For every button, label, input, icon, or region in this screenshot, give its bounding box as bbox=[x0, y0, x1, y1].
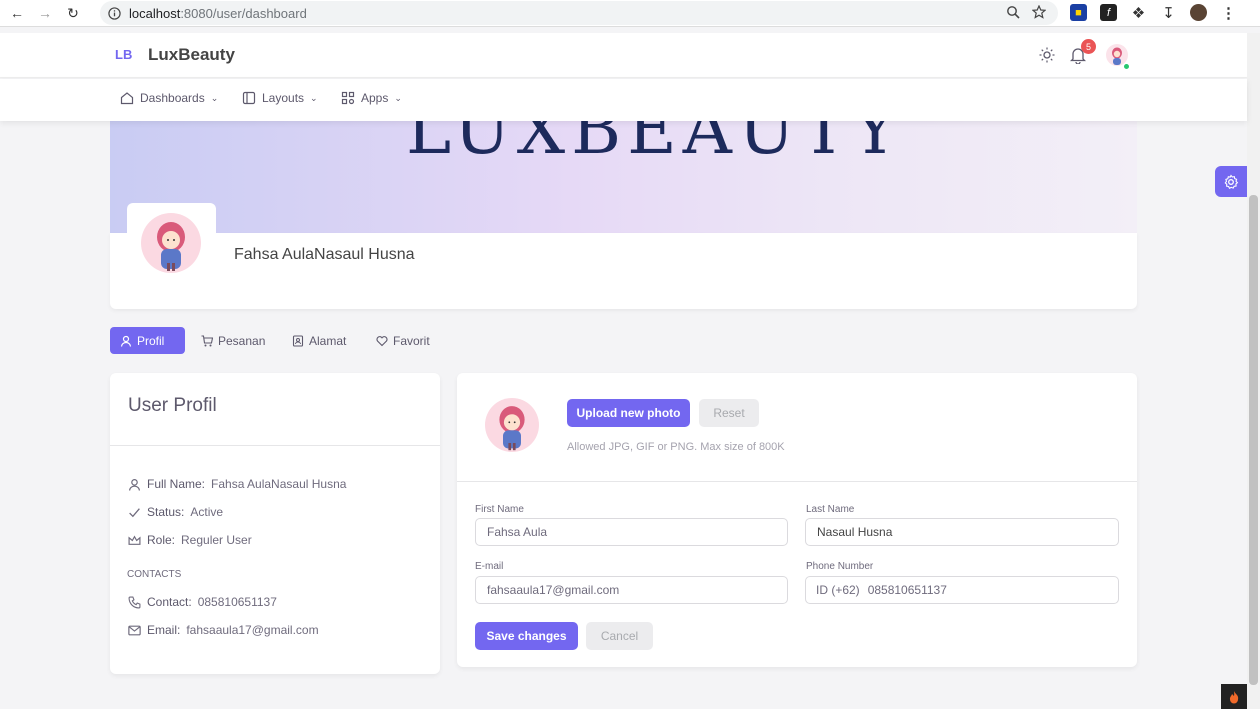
cart-icon bbox=[201, 334, 213, 346]
heart-icon bbox=[376, 335, 388, 346]
status-label: Status: bbox=[147, 505, 185, 519]
url-path: :8080/user/dashboard bbox=[180, 5, 307, 21]
tab-profil-label: Profil bbox=[137, 333, 165, 348]
menu-apps[interactable]: Apps ⌄ bbox=[341, 91, 402, 105]
user-account-avatar[interactable] bbox=[1190, 4, 1207, 21]
logo-mark[interactable]: LB bbox=[115, 47, 132, 62]
divider bbox=[457, 481, 1137, 482]
email-label: Email: bbox=[147, 623, 181, 637]
email-value: fahsaaula17@gmail.com bbox=[186, 623, 319, 637]
tab-pesanan[interactable]: Pesanan bbox=[191, 327, 275, 354]
tab-alamat-label: Alamat bbox=[309, 333, 347, 348]
profile-banner: LUXBEAUTY bbox=[110, 121, 1137, 233]
site-info-icon[interactable] bbox=[108, 6, 121, 20]
browser-toolbar: ← → ↻ localhost:8080/user/dashboard ■ f … bbox=[0, 0, 1260, 27]
profile-avatar bbox=[141, 213, 201, 273]
reload-icon[interactable]: ↻ bbox=[62, 2, 84, 24]
user-profile-title: User Profil bbox=[128, 395, 217, 416]
app-header: LB LuxBeauty bbox=[0, 33, 1247, 78]
full-name-label: Full Name: bbox=[147, 477, 206, 491]
notification-badge: 5 bbox=[1081, 39, 1096, 54]
chevron-down-icon: ⌄ bbox=[310, 92, 318, 103]
apps-grid-icon bbox=[341, 91, 355, 105]
url-host: localhost bbox=[129, 5, 181, 21]
phone-number-field[interactable]: ID (+62) 085810651137 bbox=[805, 576, 1119, 604]
first-name-label: First Name bbox=[475, 504, 524, 515]
flame-icon[interactable] bbox=[1221, 684, 1247, 709]
logo-text[interactable]: LuxBeauty bbox=[148, 45, 235, 65]
zoom-icon[interactable] bbox=[1006, 5, 1020, 19]
contacts-heading: CONTACTS bbox=[127, 569, 182, 580]
chevron-down-icon: ⌄ bbox=[210, 92, 219, 103]
tab-favorit[interactable]: Favorit bbox=[366, 327, 440, 354]
back-icon[interactable]: ← bbox=[6, 2, 28, 24]
profile-header-card bbox=[110, 233, 1137, 309]
customizer-settings-button[interactable] bbox=[1215, 166, 1247, 197]
profile-name: Fahsa AulaNasaul Husna bbox=[234, 246, 415, 263]
profile-avatar-frame bbox=[127, 203, 216, 281]
user-profile-card: User Profil Full Name: Fahsa AulaNasaul … bbox=[110, 373, 440, 674]
user-icon bbox=[120, 335, 132, 347]
role-value: Reguler User bbox=[181, 533, 252, 547]
tab-favorit-label: Favorit bbox=[393, 333, 430, 348]
puzzle-icon[interactable]: ❖ bbox=[1130, 4, 1147, 22]
first-name-field[interactable]: Fahsa Aula bbox=[475, 518, 788, 546]
phone-country-prefix[interactable]: ID (+62) bbox=[816, 583, 860, 597]
info-status: Status: Active bbox=[128, 505, 223, 519]
info-full-name: Full Name: Fahsa AulaNasaul Husna bbox=[128, 477, 346, 491]
menu-apps-label: Apps bbox=[361, 91, 389, 105]
email-field[interactable]: fahsaaula17@gmail.com bbox=[475, 576, 788, 604]
online-status-dot bbox=[1123, 63, 1130, 70]
menu-dashboards[interactable]: Dashboards ⌄ bbox=[120, 91, 218, 105]
mail-icon bbox=[128, 625, 141, 635]
formula-extension-icon[interactable]: f bbox=[1100, 4, 1117, 21]
download-icon[interactable]: ↧ bbox=[1160, 4, 1177, 22]
forward-icon[interactable]: → bbox=[34, 2, 56, 24]
horizontal-menu: Dashboards ⌄ Layouts ⌄ Apps ⌄ bbox=[0, 79, 1247, 121]
info-email: Email: fahsaaula17@gmail.com bbox=[128, 623, 319, 637]
banner-brand-text: LUXBEAUTY bbox=[406, 121, 904, 170]
reset-photo-button[interactable]: Reset bbox=[699, 399, 759, 427]
phone-number-label: Phone Number bbox=[806, 561, 874, 572]
status-value: Active bbox=[190, 505, 224, 519]
info-role: Role: Reguler User bbox=[128, 533, 252, 547]
phone-number-value: 085810651137 bbox=[867, 583, 947, 597]
contact-value: 085810651137 bbox=[197, 595, 277, 609]
last-name-label: Last Name bbox=[806, 504, 855, 515]
tab-profil[interactable]: Profil bbox=[110, 327, 185, 354]
photo-hint: Allowed JPG, GIF or PNG. Max size of 800… bbox=[567, 441, 785, 453]
full-name-value: Fahsa AulaNasaul Husna bbox=[211, 477, 347, 491]
contact-label: Contact: bbox=[147, 595, 192, 609]
address-bar[interactable]: localhost:8080/user/dashboard bbox=[100, 1, 1058, 25]
tab-alamat[interactable]: Alamat bbox=[282, 327, 356, 354]
page-scrollbar-thumb[interactable] bbox=[1249, 195, 1258, 685]
bookmark-star-icon[interactable] bbox=[1032, 5, 1046, 19]
menu-layouts-label: Layouts bbox=[262, 91, 305, 105]
divider bbox=[110, 445, 440, 446]
crown-icon bbox=[128, 535, 141, 545]
extension-icon[interactable]: ■ bbox=[1070, 4, 1087, 21]
email-field-label: E-mail bbox=[475, 561, 504, 572]
info-contact: Contact: 085810651137 bbox=[128, 595, 277, 609]
browser-menu-icon[interactable]: ⋮ bbox=[1220, 4, 1237, 22]
theme-toggle-sun-icon[interactable] bbox=[1037, 45, 1057, 65]
layout-icon bbox=[242, 91, 256, 105]
account-settings-card: Upload new photo Reset Allowed JPG, GIF … bbox=[457, 373, 1137, 667]
last-name-field[interactable]: Nasaul Husna bbox=[805, 518, 1119, 546]
home-icon bbox=[120, 92, 134, 105]
menu-dashboards-label: Dashboards bbox=[140, 91, 205, 105]
tab-pesanan-label: Pesanan bbox=[218, 333, 266, 348]
menu-layouts[interactable]: Layouts ⌄ bbox=[242, 91, 318, 105]
user-icon bbox=[129, 478, 140, 491]
address-book-icon bbox=[292, 334, 304, 347]
cancel-button[interactable]: Cancel bbox=[586, 622, 653, 650]
upload-photo-button[interactable]: Upload new photo bbox=[567, 399, 690, 427]
check-icon bbox=[129, 507, 140, 517]
role-label: Role: bbox=[147, 533, 176, 547]
account-avatar[interactable] bbox=[485, 398, 539, 452]
gear-icon bbox=[1224, 174, 1239, 189]
save-changes-button[interactable]: Save changes bbox=[475, 622, 578, 650]
chevron-down-icon: ⌄ bbox=[394, 92, 402, 103]
phone-icon bbox=[128, 596, 141, 608]
